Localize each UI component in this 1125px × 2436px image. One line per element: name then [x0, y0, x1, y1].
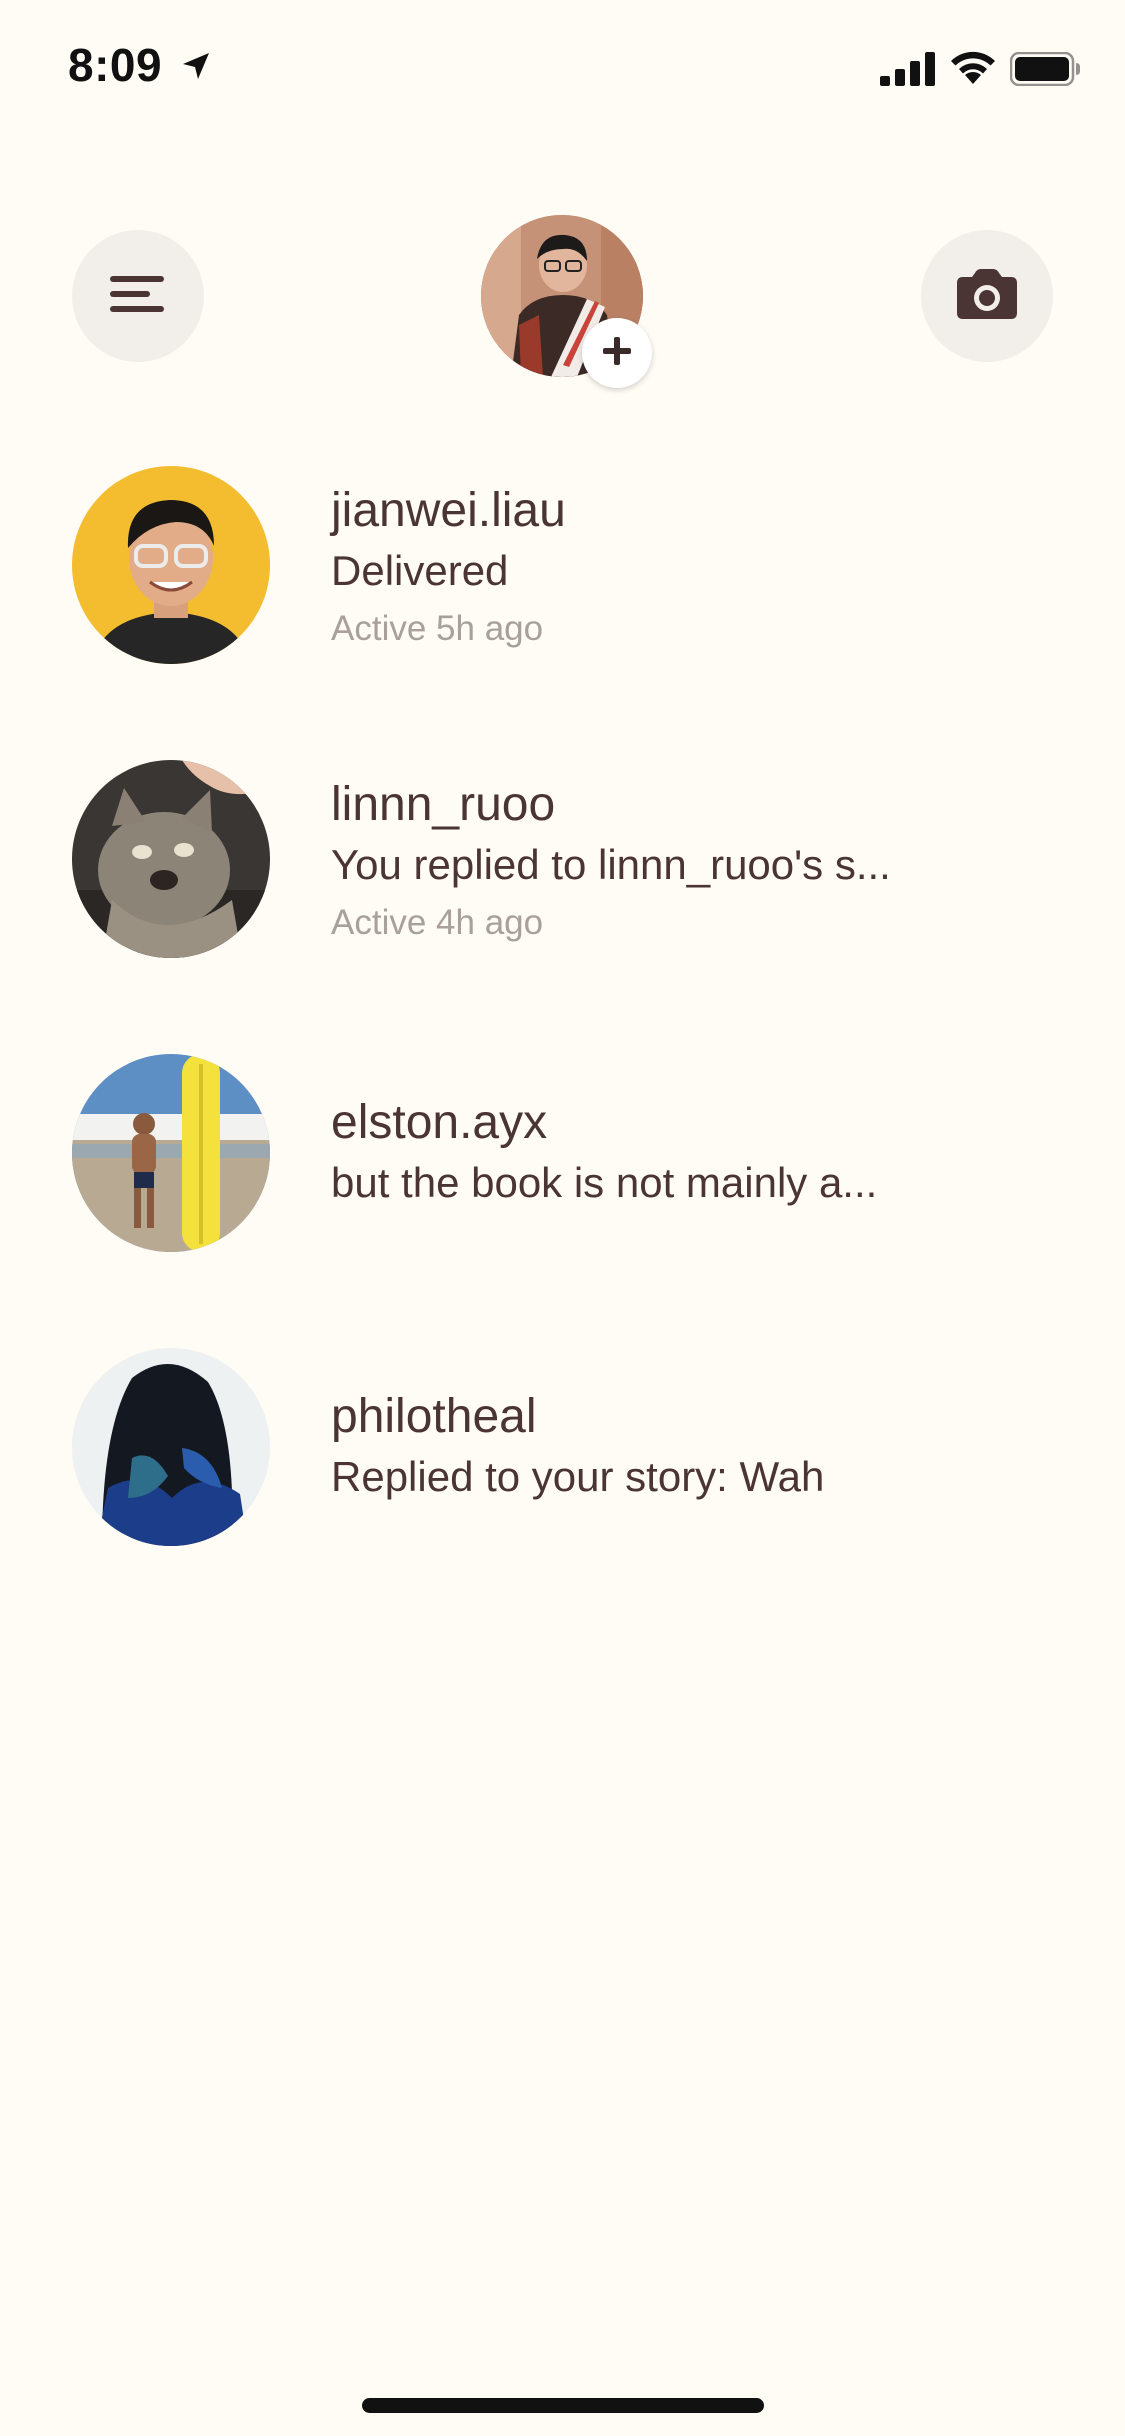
conversation-row[interactable]: philotheal Replied to your story: Wah: [0, 1348, 1125, 1588]
conversation-active-status: Active 5h ago: [331, 609, 544, 648]
conversation-active-status: Active 4h ago: [331, 903, 544, 942]
status-bar: 8:09: [0, 0, 1125, 140]
conversation-username: elston.ayx: [331, 1096, 548, 1149]
plus-icon: [601, 335, 633, 372]
camera-button[interactable]: [921, 230, 1053, 362]
camera-icon: [955, 267, 1019, 326]
avatar: [72, 760, 270, 958]
conversation-preview: but the book is not mainly a...: [331, 1159, 878, 1206]
conversation-row[interactable]: elston.ayx but the book is not mainly a.…: [0, 1054, 1125, 1294]
conversation-row[interactable]: linnn_ruoo You replied to linnn_ruoo's s…: [0, 760, 1125, 1000]
avatar: [72, 1348, 270, 1546]
conversation-text: jianwei.liau Delivered Active 5h ago: [331, 482, 1051, 656]
add-story-button[interactable]: [582, 318, 652, 388]
conversation-row[interactable]: jianwei.liau Delivered Active 5h ago: [0, 466, 1125, 706]
avatar: [72, 1054, 270, 1252]
conversation-preview: Delivered: [331, 547, 509, 594]
hamburger-menu-icon: [110, 274, 166, 319]
conversation-username: philotheal: [331, 1390, 537, 1443]
menu-button[interactable]: [72, 230, 204, 362]
conversation-preview: You replied to linnn_ruoo's s...: [331, 841, 891, 888]
avatar: [72, 466, 270, 664]
wifi-icon: [948, 48, 998, 91]
conversation-username: linnn_ruoo: [331, 778, 556, 831]
signal-icon: [880, 52, 936, 91]
conversation-text: philotheal Replied to your story: Wah: [331, 1388, 1051, 1506]
conversation-preview: Replied to your story: Wah: [331, 1453, 825, 1500]
conversation-text: elston.ayx but the book is not mainly a.…: [331, 1094, 1051, 1212]
status-time: 8:09: [68, 39, 163, 91]
battery-icon: [1009, 51, 1082, 91]
location-arrow-icon: [180, 50, 212, 87]
home-indicator[interactable]: [362, 2398, 764, 2413]
conversation-text: linnn_ruoo You replied to linnn_ruoo's s…: [331, 776, 1051, 950]
conversation-username: jianwei.liau: [331, 484, 566, 537]
